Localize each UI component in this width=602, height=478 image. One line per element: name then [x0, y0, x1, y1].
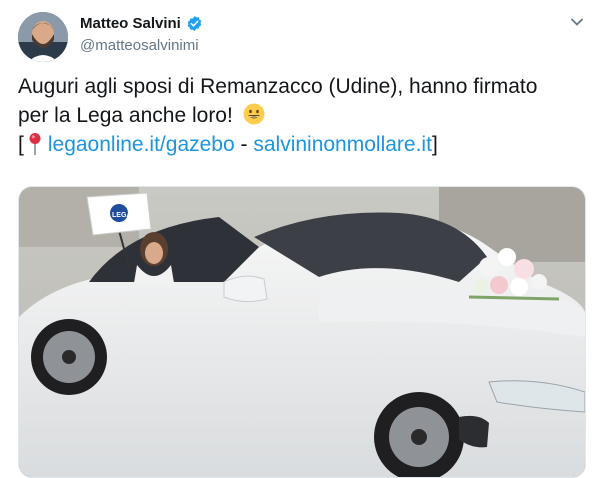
- link-legaonline[interactable]: legaonline.it/gazebo: [48, 133, 235, 156]
- flag-label: LEGA: [112, 212, 131, 219]
- bracket-close: ]: [431, 133, 438, 156]
- verified-badge-icon: [186, 15, 203, 32]
- tweet-line-3: [ legaonline.it/gazebo - salvininonmollar…: [18, 130, 588, 159]
- link-separator: -: [234, 133, 254, 156]
- tweet-text: Auguri agli sposi di Remanzacco (Udine),…: [18, 72, 588, 159]
- tweet-line-2: per la Lega anche loro!: [18, 101, 588, 130]
- car-photo: LEGA: [19, 187, 585, 477]
- author-name[interactable]: Matteo Salvini: [80, 15, 203, 32]
- bracket-open: [: [18, 133, 24, 156]
- link-salvininonmollare[interactable]: salvininonmollare.it: [253, 133, 432, 156]
- tweet-line-2-text: per la Lega anche loro!: [18, 104, 233, 127]
- avatar-photo: [18, 12, 68, 62]
- user-handle[interactable]: @matteosalvinimi: [80, 37, 199, 54]
- grinning-face-emoji: [243, 103, 265, 125]
- tweet-media-photo[interactable]: LEGA: [18, 186, 586, 478]
- pin-icon: [28, 132, 42, 156]
- avatar[interactable]: [18, 12, 68, 62]
- display-name[interactable]: Matteo Salvini: [80, 15, 181, 32]
- tweet-line-1: Auguri agli sposi di Remanzacco (Udine),…: [18, 75, 538, 98]
- chevron-down-icon[interactable]: [568, 13, 586, 31]
